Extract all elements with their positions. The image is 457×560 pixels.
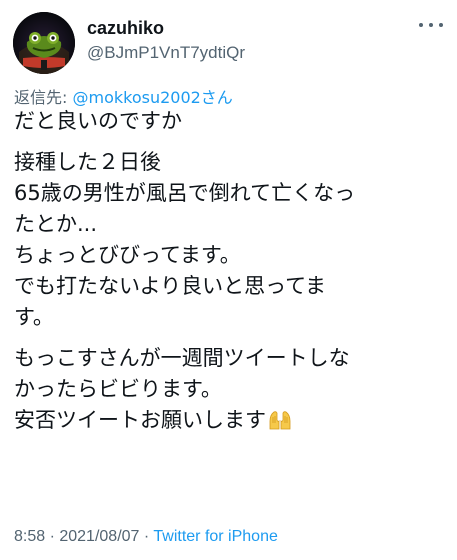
tweet-text-line: す。 <box>14 305 54 329</box>
tweet-paragraph: もっこすさんが一週間ツイートしな かったらビビります。 安否ツイートお願いします <box>14 343 449 440</box>
frog-avatar-icon <box>13 12 75 74</box>
tweet-text: 安否ツイートお願いします <box>14 408 266 432</box>
tweet-body: だと良いのですか 接種した２日後 65歳の男性が風呂で倒れて亡くなっ たとか..… <box>14 106 449 450</box>
tweet-text-line: だと良いのですか <box>14 109 182 133</box>
more-options-icon[interactable] <box>419 16 443 34</box>
reply-mention-link[interactable]: @mokkosu2002さん <box>72 88 232 107</box>
dot <box>439 23 443 27</box>
dot <box>419 23 423 27</box>
meta-separator: · <box>139 528 154 545</box>
tweet-meta: 8:58 · 2021/08/07 · Twitter for iPhone <box>14 528 278 546</box>
tweet-paragraph: 接種した２日後 65歳の男性が風呂で倒れて亡くなっ たとか... ちょっとびびっ… <box>14 147 449 333</box>
folded-hands-emoji-icon <box>268 409 292 440</box>
tweet-text-line: 接種した２日後 <box>14 150 161 174</box>
tweet-time[interactable]: 8:58 <box>14 528 45 545</box>
reply-context: 返信先: @mokkosu2002さん <box>14 84 233 108</box>
tweet-text-line: もっこすさんが一週間ツイートしな <box>14 346 350 370</box>
tweet-source-link[interactable]: Twitter for iPhone <box>153 528 278 545</box>
meta-separator: · <box>45 528 60 545</box>
reply-prefix: 返信先: <box>14 88 73 107</box>
display-name[interactable]: cazuhiko <box>87 18 164 39</box>
tweet-text-line: かったらビビります。 <box>14 377 222 401</box>
tweet-text-line: でも打たないより良いと思ってま <box>14 274 327 298</box>
tweet-text-line: たとか... <box>14 212 98 236</box>
avatar[interactable] <box>13 12 75 74</box>
tweet-paragraph: だと良いのですか <box>14 106 449 137</box>
tweet-text-line-with-emoji: 安否ツイートお願いします <box>14 405 449 440</box>
tweet: cazuhiko @BJmP1VnT7ydtiQr 返信先: @mokkosu2… <box>0 0 457 560</box>
tweet-text-line: 65歳の男性が風呂で倒れて亡くなっ <box>14 181 356 205</box>
user-handle[interactable]: @BJmP1VnT7ydtiQr <box>87 43 245 63</box>
tweet-date[interactable]: 2021/08/07 <box>59 528 139 545</box>
dot <box>429 23 433 27</box>
tweet-text-line: ちょっとびびってます。 <box>14 243 241 267</box>
